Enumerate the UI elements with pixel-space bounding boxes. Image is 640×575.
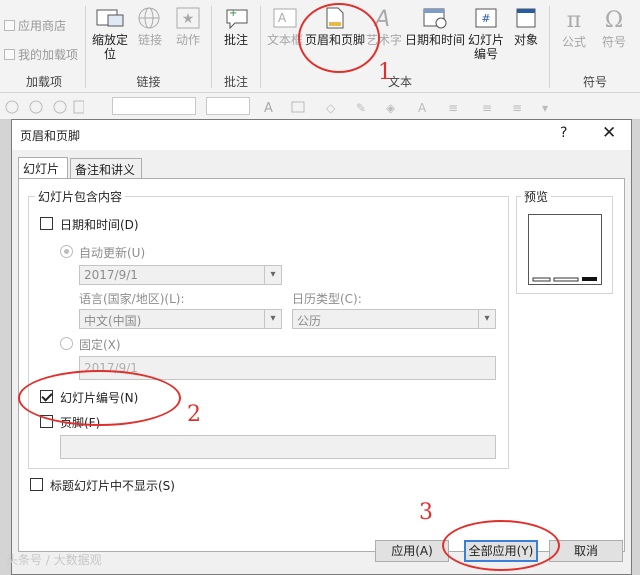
- dialog-title: 页眉和页脚: [20, 129, 81, 143]
- addins-group-label: 加载项: [25, 75, 62, 89]
- annotation-ellipse: [18, 370, 181, 426]
- svg-text:Ω: Ω: [605, 8, 623, 32]
- fixed-label: 固定(X): [79, 338, 121, 352]
- tab-slide[interactable]: 幻灯片: [18, 157, 68, 179]
- omega-icon: Ω: [605, 8, 623, 32]
- textbox-icon: A: [273, 8, 297, 28]
- auto-update-label: 自动更新(U): [79, 246, 146, 260]
- no-title-slide-checkbox[interactable]: [30, 478, 43, 491]
- symbols-group-label: 符号: [582, 75, 607, 89]
- header-footer-dialog: 页眉和页脚 ? ✕ 幻灯片 备注和讲义 幻灯片包含内容 日期和时间(D) 自动更…: [11, 119, 632, 575]
- close-button[interactable]: ✕: [602, 123, 616, 143]
- my-addins-item[interactable]: 我的加载项: [4, 46, 78, 63]
- object-icon: [516, 8, 536, 28]
- slide-placeholders-icon: [532, 277, 597, 282]
- globe-link-icon: [138, 7, 160, 29]
- star-action-icon: ★: [176, 7, 200, 29]
- chevron-down-icon: ▾: [478, 310, 495, 328]
- language-combo[interactable]: 中文(中国) ▾: [79, 309, 282, 329]
- equation-button[interactable]: π 公式: [556, 6, 592, 49]
- zoom-icon: [96, 9, 124, 27]
- cancel-button[interactable]: 取消: [549, 540, 623, 562]
- slide-number-button[interactable]: # 幻灯片编号: [465, 6, 507, 61]
- svg-text:A: A: [264, 101, 273, 115]
- date-time-button[interactable]: 日期和时间: [405, 6, 465, 47]
- footer-text-field[interactable]: [60, 435, 496, 459]
- calendar-type-label: 日历类型(C):: [292, 292, 362, 306]
- slide-preview: [528, 214, 602, 285]
- font-combo[interactable]: [112, 97, 196, 115]
- svg-text:#: #: [481, 12, 490, 25]
- links-group-label: 链接: [136, 75, 161, 89]
- shape-effects-icon: [5, 100, 84, 114]
- svg-text:≡: ≡: [448, 101, 458, 115]
- font-size-combo[interactable]: [206, 97, 250, 115]
- annotation-ellipse: [298, 3, 380, 73]
- date-format-combo[interactable]: 2017/9/1 ▾: [79, 265, 282, 285]
- store-item[interactable]: 应用商店: [4, 17, 66, 34]
- annotation-ellipse: [442, 520, 560, 571]
- svg-text:◇: ◇: [326, 101, 336, 115]
- text-group-label: 文本: [387, 75, 412, 89]
- store-icon: [4, 20, 15, 31]
- chevron-down-icon: ▾: [264, 310, 281, 328]
- svg-text:+: +: [229, 8, 237, 19]
- preview-label: 预览: [521, 188, 552, 205]
- watermark: 头条号 / 大数据观: [6, 553, 102, 567]
- language-label: 语言(国家/地区)(L):: [79, 292, 185, 306]
- svg-text:≡: ≡: [482, 101, 492, 115]
- svg-text:A: A: [278, 11, 287, 25]
- calendar-clock-icon: [423, 8, 447, 29]
- svg-text:✎: ✎: [356, 101, 366, 115]
- tab-notes-handouts[interactable]: 备注和讲义: [70, 158, 142, 178]
- addins-group: 应用商店 我的加载项 加载项: [0, 0, 88, 93]
- link-button[interactable]: 链接: [132, 6, 168, 47]
- no-title-slide-label: 标题幻灯片中不显示(S): [50, 479, 175, 493]
- include-group-label: 幻灯片包含内容: [35, 188, 126, 205]
- links-group: 缩放定位 链接 ★ 动作 链接: [86, 0, 211, 93]
- action-button[interactable]: ★ 动作: [170, 6, 206, 47]
- auto-update-radio[interactable]: [60, 245, 73, 258]
- formatting-icons: A ◇ ✎ ◈ A ≡ ≡ ≡ ▾: [264, 101, 548, 115]
- svg-text:A: A: [418, 101, 427, 115]
- svg-text:π: π: [567, 8, 581, 32]
- comment-button[interactable]: + 批注: [218, 6, 254, 47]
- annotation-number: 2: [187, 402, 201, 427]
- dialog-titlebar: 页眉和页脚 ? ✕: [12, 120, 631, 150]
- svg-text:▾: ▾: [542, 101, 548, 115]
- symbols-group: π 公式 Ω 符号 符号: [550, 0, 640, 93]
- comment-icon: +: [226, 8, 248, 30]
- symbol-button[interactable]: Ω 符号: [596, 6, 632, 49]
- chevron-down-icon: ▾: [264, 266, 281, 284]
- apply-button[interactable]: 应用(A): [375, 540, 449, 562]
- date-time-checkbox[interactable]: [40, 217, 53, 230]
- help-button[interactable]: ?: [560, 125, 567, 141]
- annotation-number: 1: [378, 60, 392, 85]
- pi-icon: π: [567, 8, 581, 32]
- slide-number-icon: #: [475, 8, 497, 28]
- svg-text:≡: ≡: [512, 101, 522, 115]
- fixed-radio[interactable]: [60, 337, 73, 350]
- slide-tab-panel: 幻灯片包含内容 日期和时间(D) 自动更新(U) 2017/9/1 ▾ 语言(国…: [18, 178, 625, 552]
- object-button[interactable]: 对象: [507, 6, 545, 47]
- drawing-toolbar-row: A ◇ ✎ ◈ A ≡ ≡ ≡ ▾: [0, 93, 640, 120]
- svg-text:◈: ◈: [386, 101, 396, 115]
- calendar-type-combo[interactable]: 公历 ▾: [292, 309, 496, 329]
- date-time-label: 日期和时间(D): [60, 218, 139, 232]
- zoom-button[interactable]: 缩放定位: [90, 6, 130, 61]
- annotation-number: 3: [419, 500, 433, 525]
- svg-text:★: ★: [182, 11, 195, 27]
- addins-icon: [4, 49, 15, 60]
